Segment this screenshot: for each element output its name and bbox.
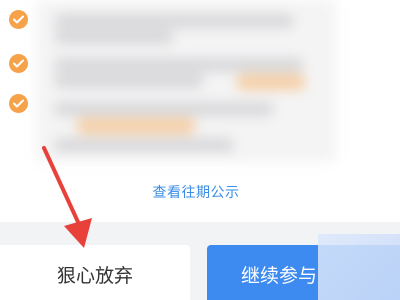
check-circle-icon xyxy=(9,94,28,113)
watermark-overlay xyxy=(318,234,400,300)
dialog-page: 查看往期公示 狠心放弃 继续参与 xyxy=(0,0,400,300)
give-up-button[interactable]: 狠心放弃 xyxy=(0,245,190,300)
view-past-notices-link[interactable]: 查看往期公示 xyxy=(0,182,392,202)
check-circle-icon xyxy=(9,10,28,29)
benefits-card: 查看往期公示 xyxy=(0,0,400,222)
check-circle-icon xyxy=(9,54,28,73)
blurred-content xyxy=(36,0,336,162)
